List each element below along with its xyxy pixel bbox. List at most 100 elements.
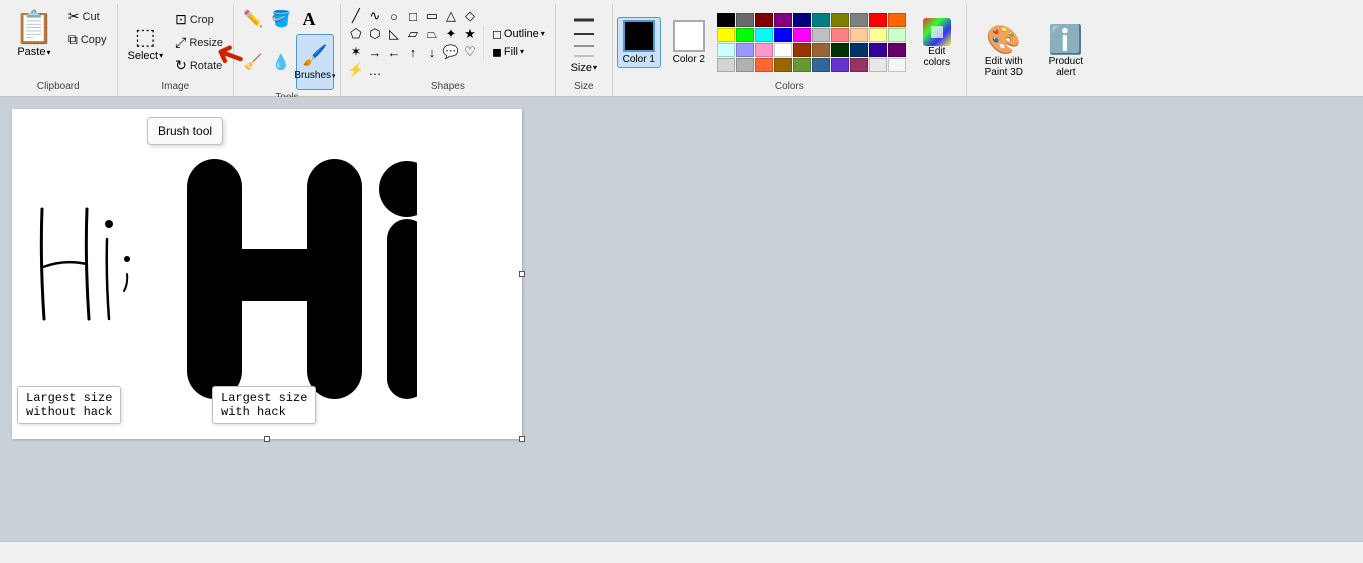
product-alert-icon: ℹ️ (1048, 23, 1083, 56)
color-swatch-38[interactable] (869, 58, 887, 72)
text-button[interactable]: A (296, 6, 322, 32)
shape-diamond[interactable]: ◇ (461, 7, 479, 25)
color-swatch-18[interactable] (869, 28, 887, 42)
color-swatch-7[interactable] (850, 13, 868, 27)
crop-button[interactable]: ⊡ Crop (171, 9, 227, 30)
rotate-icon: ↻ (175, 57, 187, 74)
color-swatch-19[interactable] (888, 28, 906, 42)
color1-button[interactable]: Color 1 (617, 17, 661, 68)
shape-arrow-r[interactable]: → (366, 43, 384, 61)
color-swatch-22[interactable] (755, 43, 773, 57)
color-swatch-25[interactable] (812, 43, 830, 57)
color-swatch-2[interactable] (755, 13, 773, 27)
fill-icon: ◼ (492, 45, 502, 59)
select-button[interactable]: ⬚ Select ▾ (124, 22, 168, 64)
colors-group: Color 1 Color 2 (613, 4, 967, 96)
color-picker-button[interactable]: 💧 (268, 49, 294, 75)
color-swatch-31[interactable] (736, 58, 754, 72)
copy-button[interactable]: ⧉ Copy (64, 29, 111, 50)
color-swatch-11[interactable] (736, 28, 754, 42)
shape-6pt-star[interactable]: ✶ (347, 43, 365, 61)
shape-curve[interactable]: ∿ (366, 7, 384, 25)
pencil-button[interactable]: ✏️ (240, 6, 266, 32)
color-swatch-35[interactable] (812, 58, 830, 72)
color-swatch-6[interactable] (831, 13, 849, 27)
clipboard-label: Clipboard (37, 81, 80, 94)
color-swatch-39[interactable] (888, 58, 906, 72)
color-swatch-32[interactable] (755, 58, 773, 72)
color-swatch-27[interactable] (850, 43, 868, 57)
shape-right-tri[interactable]: ◺ (385, 25, 403, 43)
color-swatch-33[interactable] (774, 58, 792, 72)
color2-button[interactable]: Color 2 (667, 18, 711, 67)
shape-para[interactable]: ▱ (404, 25, 422, 43)
color-swatch-13[interactable] (774, 28, 792, 42)
color-swatch-21[interactable] (736, 43, 754, 57)
paint3d-icon: 🎨 (986, 23, 1021, 56)
outline-dropdown[interactable]: ◻ Outline ▾ (488, 25, 549, 43)
color-swatch-34[interactable] (793, 58, 811, 72)
color-swatch-16[interactable] (831, 28, 849, 42)
cut-button[interactable]: ✂ Cut (64, 6, 111, 27)
shape-callout[interactable]: 💬 (442, 43, 460, 61)
shape-arrow-l[interactable]: ← (385, 43, 403, 61)
shape-heart[interactable]: ♡ (461, 43, 479, 61)
shape-rect[interactable]: □ (404, 7, 422, 25)
brushes-button[interactable]: 🖌️ Brushes ▾ (296, 34, 334, 90)
color-swatch-12[interactable] (755, 28, 773, 42)
color-swatch-28[interactable] (869, 43, 887, 57)
color-swatch-0[interactable] (717, 13, 735, 27)
shapes-grid: ╱ ∿ ○ □ ▭ △ ◇ ⬠ ⬡ ◺ ▱ ⏢ ✦ ★ ✶ → ← ↑ ↓ (347, 7, 479, 78)
color-swatch-26[interactable] (831, 43, 849, 57)
color-swatch-15[interactable] (812, 28, 830, 42)
color-swatch-30[interactable] (717, 58, 735, 72)
color-swatch-8[interactable] (869, 13, 887, 27)
shape-hexagon[interactable]: ⬡ (366, 25, 384, 43)
shape-triangle[interactable]: △ (442, 7, 460, 25)
color-swatch-10[interactable] (717, 28, 735, 42)
shape-line[interactable]: ╱ (347, 7, 365, 25)
color-swatch-14[interactable] (793, 28, 811, 42)
shape-4pt-star[interactable]: ✦ (442, 25, 460, 43)
product-alert-button[interactable]: ℹ️ Product alert (1037, 19, 1095, 82)
paste-icon: 📋 (14, 8, 54, 46)
shape-rounded-rect[interactable]: ▭ (423, 7, 441, 25)
canvas-handle-bottom[interactable] (264, 436, 270, 442)
shape-pentagon[interactable]: ⬠ (347, 25, 365, 43)
color-swatch-3[interactable] (774, 13, 792, 27)
resize-button[interactable]: ⤢ Resize (171, 32, 227, 53)
canvas-handle-right[interactable] (519, 271, 525, 277)
color-swatch-1[interactable] (736, 13, 754, 27)
shape-lightning[interactable]: ⚡ (347, 61, 365, 79)
color-swatch-9[interactable] (888, 13, 906, 27)
rotate-button[interactable]: ↻ Rotate (171, 55, 227, 76)
fill-tool-button[interactable]: 🪣 (268, 6, 294, 32)
size-button[interactable]: Size ▾ (562, 8, 606, 78)
color-swatch-37[interactable] (850, 58, 868, 72)
shape-arrow-d[interactable]: ↓ (423, 43, 441, 61)
color-swatch-20[interactable] (717, 43, 735, 57)
color-swatch-29[interactable] (888, 43, 906, 57)
color-swatch-5[interactable] (812, 13, 830, 27)
edit-colors-button[interactable]: Edit colors (912, 16, 962, 70)
paste-button[interactable]: 📋 Paste ▾ (6, 6, 62, 79)
edit-paint3d-button[interactable]: 🎨 Edit with Paint 3D (975, 19, 1033, 82)
color-swatch-36[interactable] (831, 58, 849, 72)
shape-arrow-u[interactable]: ↑ (404, 43, 422, 61)
color-swatch-4[interactable] (793, 13, 811, 27)
copy-icon: ⧉ (68, 31, 78, 48)
color-swatch-24[interactable] (793, 43, 811, 57)
shape-oval[interactable]: ○ (385, 7, 403, 25)
canvas-handle-corner-br[interactable] (519, 436, 525, 442)
crop-icon: ⊡ (175, 11, 187, 28)
shape-more[interactable]: … (366, 61, 384, 79)
eraser-button[interactable]: 🧹 (240, 49, 266, 75)
fill-dropdown[interactable]: ◼ Fill ▾ (488, 43, 528, 61)
clipboard-group: 📋 Paste ▾ ✂ Cut ⧉ Copy Clipboard (0, 4, 118, 96)
color-swatch-23[interactable] (774, 43, 792, 57)
color-swatch-17[interactable] (850, 28, 868, 42)
ribbon: 📋 Paste ▾ ✂ Cut ⧉ Copy Clipboard (0, 0, 1363, 97)
shape-trap[interactable]: ⏢ (423, 25, 441, 43)
paint-canvas[interactable]: Brush tool Largest sizewithout hack Larg… (12, 109, 522, 439)
shape-5pt-star[interactable]: ★ (461, 25, 479, 43)
